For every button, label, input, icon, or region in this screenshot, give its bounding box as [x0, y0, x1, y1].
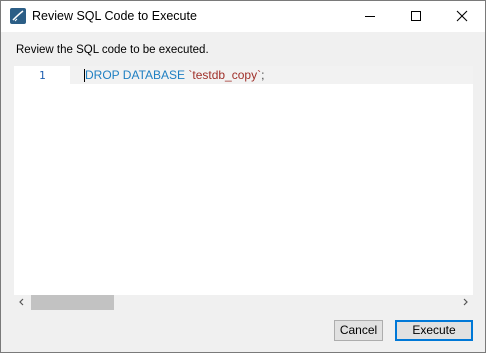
line-number-gutter: 1 — [14, 66, 70, 295]
title-bar[interactable]: Review SQL Code to Execute — [1, 1, 485, 32]
line-number: 1 — [39, 69, 46, 82]
dialog-window: Review SQL Code to Execute Review the SQ… — [0, 0, 486, 353]
close-button[interactable] — [439, 1, 485, 32]
sql-editor[interactable]: 1 DROP DATABASE `testdb_copy`; — [14, 66, 473, 295]
maximize-icon — [411, 11, 421, 21]
code-line[interactable]: DROP DATABASE `testdb_copy`; — [85, 68, 264, 82]
horizontal-scrollbar[interactable] — [14, 295, 473, 310]
maximize-button[interactable] — [393, 1, 439, 32]
sql-identifier: `testdb_copy` — [188, 68, 262, 82]
scroll-left-icon[interactable] — [17, 297, 27, 307]
scroll-right-icon[interactable] — [460, 297, 470, 307]
execute-button[interactable]: Execute — [395, 320, 473, 341]
scrollbar-thumb[interactable] — [31, 295, 114, 310]
sql-terminator: ; — [261, 68, 265, 82]
cancel-button[interactable]: Cancel — [334, 320, 383, 341]
window-title: Review SQL Code to Execute — [32, 9, 197, 23]
instruction-text: Review the SQL code to be executed. — [16, 44, 209, 56]
minimize-button[interactable] — [347, 1, 393, 32]
mysql-workbench-icon — [10, 8, 26, 24]
sql-keyword: DROP DATABASE — [85, 68, 186, 82]
minimize-icon — [365, 16, 375, 17]
close-icon — [456, 10, 468, 22]
